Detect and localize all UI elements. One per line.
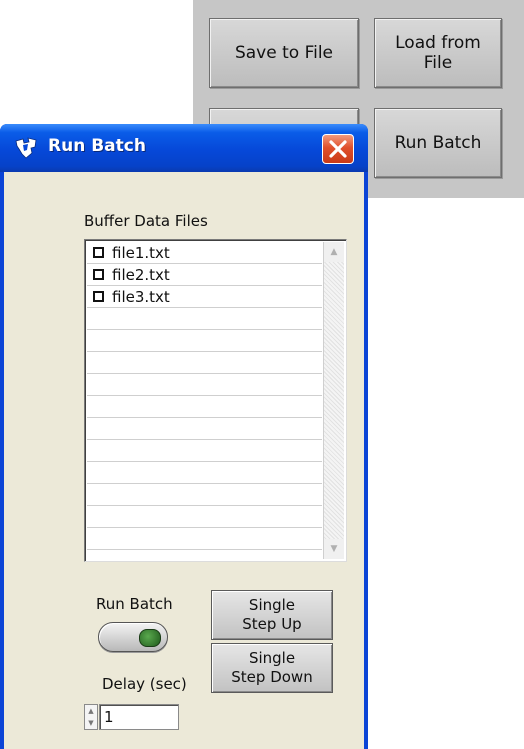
list-item-empty[interactable] [87, 528, 322, 550]
stepper-down-icon[interactable]: ▼ [85, 717, 97, 729]
delay-label: Delay (sec) [102, 675, 187, 693]
checkbox[interactable] [93, 269, 104, 280]
run-batch-dialog: Run Batch Buffer Data Files file1.txt fil… [0, 124, 368, 749]
listbox-scrollbar[interactable]: ▲ ▼ [323, 242, 344, 559]
list-item-empty[interactable] [87, 374, 322, 396]
single-step-up-button[interactable]: Single Step Up [211, 590, 333, 640]
file-name: file3.txt [112, 287, 170, 306]
file-name: file1.txt [112, 243, 170, 262]
buffer-data-files-label: Buffer Data Files [84, 212, 208, 230]
list-item-empty[interactable] [87, 352, 322, 374]
checkbox[interactable] [93, 291, 104, 302]
list-item-empty[interactable] [87, 330, 322, 352]
list-item[interactable]: file3.txt [87, 286, 322, 308]
delay-stepper[interactable]: ▲ ▼ [84, 704, 98, 730]
list-item-empty[interactable] [87, 308, 322, 330]
list-item-empty[interactable] [87, 506, 322, 528]
file-name: file2.txt [112, 265, 170, 284]
buffer-files-listbox[interactable]: file1.txt file2.txt file3.txt ▲ ▼ [84, 239, 347, 562]
list-rows: file1.txt file2.txt file3.txt [87, 242, 322, 550]
ti-logo-icon [15, 137, 37, 159]
list-item-empty[interactable] [87, 462, 322, 484]
window-title: Run Batch [48, 136, 146, 156]
toggle-led-indicator [139, 629, 161, 647]
title-bar[interactable]: Run Batch [0, 124, 368, 172]
save-to-file-button[interactable]: Save to File [209, 18, 359, 88]
list-item-empty[interactable] [87, 418, 322, 440]
scroll-down-arrow-icon[interactable]: ▼ [324, 539, 344, 559]
list-item-empty[interactable] [87, 440, 322, 462]
list-item[interactable]: file1.txt [87, 242, 322, 264]
run-batch-panel-button[interactable]: Run Batch [374, 108, 502, 178]
run-batch-label: Run Batch [96, 595, 173, 613]
close-icon [329, 140, 347, 158]
load-from-file-button[interactable]: Load from File [374, 18, 502, 88]
scroll-up-arrow-icon[interactable]: ▲ [324, 242, 344, 262]
checkbox[interactable] [93, 247, 104, 258]
list-item-empty[interactable] [87, 484, 322, 506]
stepper-up-icon[interactable]: ▲ [85, 705, 97, 717]
delay-input[interactable] [99, 704, 179, 730]
close-button[interactable] [322, 134, 354, 164]
dialog-client-area: Buffer Data Files file1.txt file2.txt file… [4, 172, 364, 749]
run-batch-toggle[interactable] [98, 622, 168, 652]
list-item-empty[interactable] [87, 396, 322, 418]
single-step-down-button[interactable]: Single Step Down [211, 643, 333, 693]
list-item[interactable]: file2.txt [87, 264, 322, 286]
